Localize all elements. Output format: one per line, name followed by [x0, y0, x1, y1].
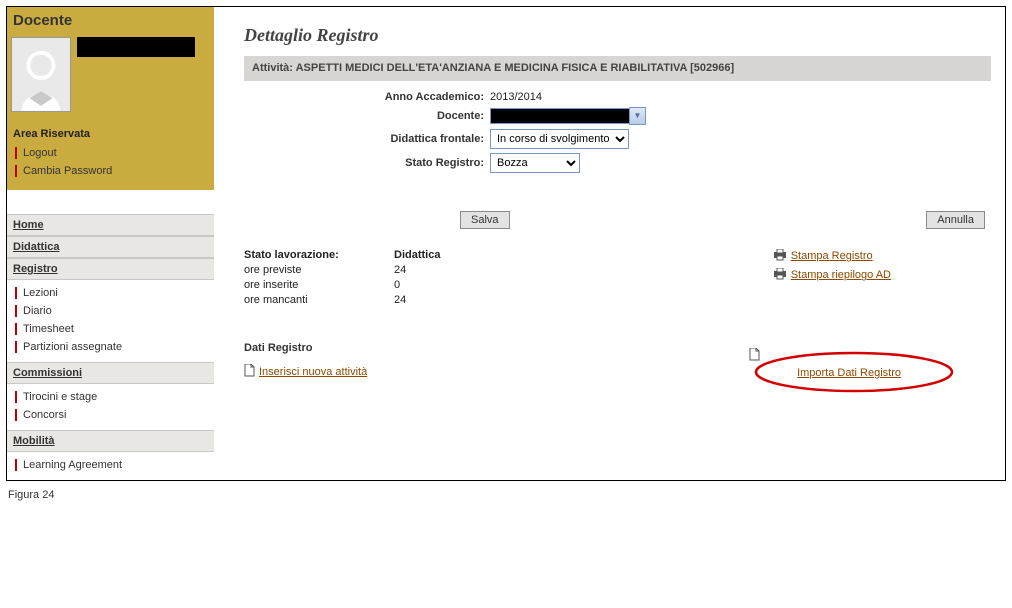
avatar [11, 37, 71, 112]
nav-mobilita[interactable]: Mobilità [7, 430, 214, 452]
ore-mancanti-value: 24 [394, 294, 474, 306]
form-rows: Anno Accademico: 2013/2014 Docente: ▼ Di… [244, 89, 991, 175]
nav-partizioni[interactable]: Partizioni assegnate [13, 338, 208, 356]
nav-commissioni[interactable]: Commissioni [7, 362, 214, 384]
stampa-registro-link[interactable]: Stampa Registro [773, 249, 891, 264]
save-button[interactable]: Salva [460, 211, 510, 229]
ore-previste-value: 24 [394, 264, 474, 276]
anno-label: Anno Accademico: [244, 91, 490, 103]
printer-icon [773, 268, 787, 283]
profile-row [11, 37, 210, 112]
stampa-riepilogo-link[interactable]: Stampa riepilogo AD [773, 268, 891, 283]
didattica-label: Didattica frontale: [244, 133, 490, 145]
docente-label: Docente: [244, 110, 490, 122]
importa-dati-link[interactable]: Importa Dati Registro [793, 367, 901, 379]
nav-timesheet[interactable]: Timesheet [13, 320, 208, 338]
change-password-link[interactable]: Cambia Password [13, 162, 208, 180]
ore-mancanti-label: ore mancanti [244, 294, 394, 306]
stato-label: Stato Registro: [244, 157, 490, 169]
lavorazione-grid: Stato lavorazione: Didattica ore previst… [244, 249, 474, 306]
ore-previste-label: ore previste [244, 264, 394, 276]
ore-inserite-value: 0 [394, 279, 474, 291]
docente-dropdown-arrow[interactable]: ▼ [629, 107, 646, 125]
sidebar-title: Docente [11, 9, 210, 37]
dati-registro-header: Dati Registro [244, 342, 991, 354]
nav-concorsi[interactable]: Concorsi [13, 406, 208, 424]
didattica-col-header: Didattica [394, 249, 474, 261]
main-nav: Home Didattica Registro Lezioni Diario T… [7, 214, 214, 480]
didattica-select[interactable]: In corso di svolgimento [490, 129, 629, 149]
user-name-redacted [77, 37, 195, 57]
nav-home[interactable]: Home [7, 214, 214, 236]
stato-select[interactable]: Bozza [490, 153, 580, 173]
page-title: Dettaglio Registro [244, 25, 991, 46]
nav-learning-agreement[interactable]: Learning Agreement [13, 456, 208, 474]
cancel-button[interactable]: Annulla [926, 211, 985, 229]
anno-value: 2013/2014 [490, 91, 542, 103]
ore-inserite-label: ore inserite [244, 279, 394, 291]
dati-row: Inserisci nuova attività Importa Dati Re… [244, 364, 991, 380]
stato-lav-header: Stato lavorazione: [244, 249, 394, 261]
print-links: Stampa Registro Stampa riepilogo AD [773, 249, 991, 306]
reserved-area-header: Area Riservata [13, 128, 208, 144]
nav-gap [7, 190, 214, 214]
importa-highlight: Importa Dati Registro [793, 364, 901, 380]
nav-didattica[interactable]: Didattica [7, 236, 214, 258]
nav-diario[interactable]: Diario [13, 302, 208, 320]
nav-lezioni[interactable]: Lezioni [13, 284, 208, 302]
activity-bar: Attività: ASPETTI MEDICI DELL'ETA'ANZIAN… [244, 56, 991, 81]
inserisci-attivita-link[interactable]: Inserisci nuova attività [244, 364, 367, 380]
printer-icon [773, 249, 787, 264]
logout-link[interactable]: Logout [13, 144, 208, 162]
reserved-area: Area Riservata Logout Cambia Password [7, 122, 214, 190]
main-content: Dettaglio Registro Attività: ASPETTI MED… [214, 7, 1005, 480]
nav-registro[interactable]: Registro [7, 258, 214, 280]
document-icon [244, 364, 255, 380]
app-window: Docente Area Riservata Logout Cambia Pas… [6, 6, 1006, 481]
lavorazione-block: Stato lavorazione: Didattica ore previst… [244, 249, 991, 306]
avatar-placeholder-icon [12, 38, 70, 111]
activity-label: Attività: [252, 62, 293, 74]
profile-block: Docente [7, 7, 214, 122]
nav-tirocini[interactable]: Tirocini e stage [13, 388, 208, 406]
docente-value-redacted [490, 108, 629, 124]
sidebar: Docente Area Riservata Logout Cambia Pas… [7, 7, 214, 480]
button-row: Salva Annulla [244, 211, 991, 229]
activity-value: ASPETTI MEDICI DELL'ETA'ANZIANA E MEDICI… [296, 62, 735, 74]
figure-caption: Figura 24 [8, 489, 1006, 501]
